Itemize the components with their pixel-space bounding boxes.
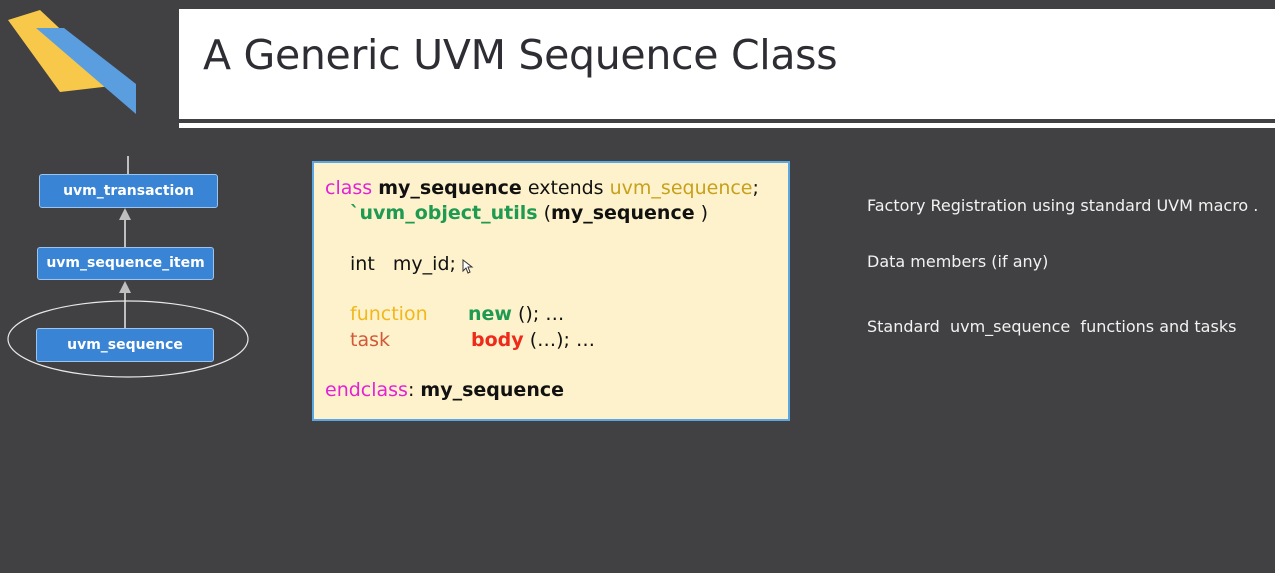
- hierarchy-node-label: uvm_sequence: [67, 337, 183, 353]
- code-line-function: function: [350, 303, 428, 325]
- task-name: body: [471, 329, 524, 351]
- page-title: A Generic UVM Sequence Class: [203, 31, 838, 79]
- note-functions-tasks: Standard uvm_sequence functions and task…: [867, 317, 1237, 336]
- hierarchy-node-uvm-sequence: uvm_sequence: [36, 328, 214, 362]
- macro-name: `uvm_object_utils: [350, 202, 538, 224]
- code-line-task: task: [350, 329, 390, 351]
- hierarchy-node-label: uvm_transaction: [63, 183, 194, 199]
- function-rest: (); …: [518, 303, 565, 325]
- keyword-task: task: [350, 329, 390, 351]
- code-line-endclass: endclass: my_sequence: [325, 379, 564, 401]
- function-name: new: [468, 303, 512, 325]
- paren-close: ): [694, 202, 709, 224]
- keyword-class: class: [325, 177, 373, 199]
- endclass-colon: :: [407, 379, 421, 401]
- code-block: class my_sequence extends uvm_sequence; …: [312, 161, 790, 421]
- hierarchy-node-uvm-sequence-item: uvm_sequence_item: [37, 247, 214, 280]
- base-class: uvm_sequence: [609, 177, 753, 199]
- code-line-data-member: int my_id;: [350, 253, 456, 275]
- title-banner: A Generic UVM Sequence Class: [179, 9, 1275, 119]
- code-line-macro: `uvm_object_utils (my_sequence ): [350, 202, 708, 224]
- title-divider: [179, 123, 1275, 128]
- type-int: int: [350, 253, 375, 275]
- hierarchy-node-uvm-transaction: uvm_transaction: [39, 174, 218, 208]
- code-line-function-name: new (); …: [468, 303, 564, 325]
- macro-arg: my_sequence: [551, 202, 695, 224]
- class-name: my_sequence: [378, 177, 522, 199]
- code-line-class-decl: class my_sequence extends uvm_sequence;: [325, 177, 759, 199]
- semicolon: ;: [752, 177, 759, 199]
- mouse-cursor-icon: [462, 259, 474, 274]
- keyword-endclass: endclass: [325, 379, 408, 401]
- task-rest: (…); …: [529, 329, 595, 351]
- variable-name: my_id;: [392, 253, 456, 275]
- code-line-task-name: body (…); …: [471, 329, 595, 351]
- note-data-members: Data members (if any): [867, 252, 1049, 271]
- paren-open: (: [543, 202, 552, 224]
- endclass-name: my_sequence: [420, 379, 564, 401]
- note-factory-registration: Factory Registration using standard UVM …: [867, 196, 1259, 215]
- hierarchy-node-label: uvm_sequence_item: [46, 255, 205, 271]
- keyword-function: function: [350, 303, 428, 325]
- keyword-extends: extends: [527, 177, 604, 199]
